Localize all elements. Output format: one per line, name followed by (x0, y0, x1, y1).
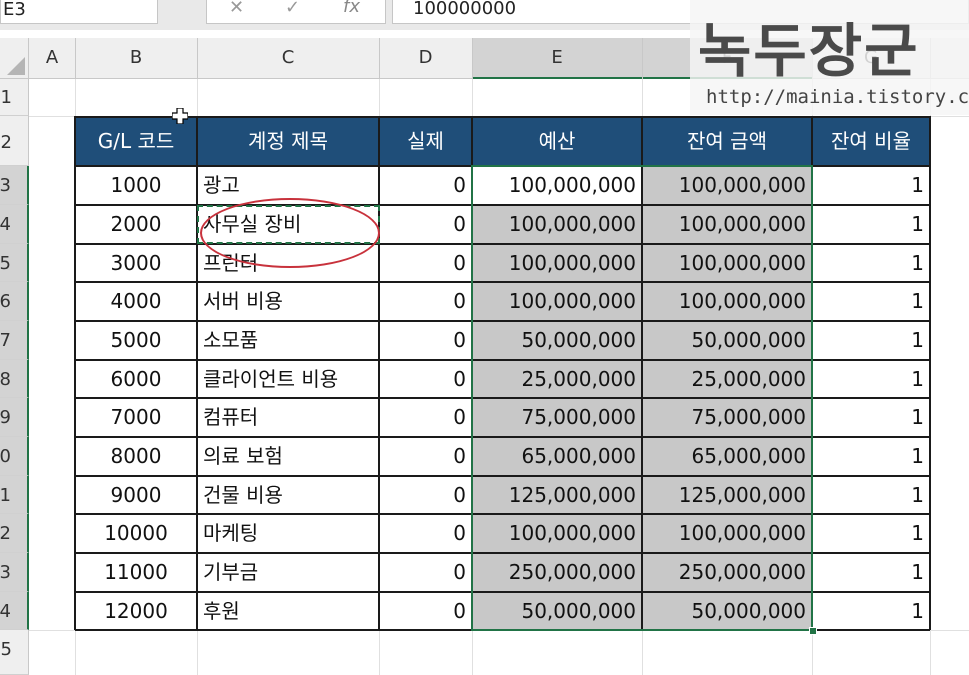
cell-account-title[interactable]: 컴퓨터 (197, 398, 379, 437)
column-header-d[interactable]: D (379, 38, 472, 79)
row-header-8[interactable]: 8 (0, 360, 29, 398)
table-border (75, 116, 930, 118)
table-border (74, 116, 76, 630)
cell-gl-code[interactable]: 12000 (75, 592, 197, 630)
cell-remaining-ratio[interactable]: 1 (812, 398, 930, 437)
cell-account-title[interactable]: 소모품 (197, 321, 379, 360)
row-header-12[interactable]: 12 (0, 514, 29, 553)
cell-remaining-ratio[interactable]: 1 (812, 553, 930, 592)
cell-account-title[interactable]: 서버 비용 (197, 282, 379, 321)
cell-remaining-ratio[interactable]: 1 (812, 592, 930, 630)
cell-remaining-ratio[interactable]: 1 (812, 166, 930, 205)
select-all-icon (7, 57, 25, 75)
header-budget[interactable]: 예산 (472, 116, 642, 166)
name-box[interactable]: E3 (0, 0, 158, 24)
cell-actual[interactable]: 0 (379, 360, 472, 398)
cell-gl-code[interactable]: 4000 (75, 282, 197, 321)
row-header-1[interactable]: 1 (0, 79, 29, 116)
row-header-15[interactable]: 15 (0, 630, 29, 675)
cell-remaining-ratio[interactable]: 1 (812, 244, 930, 282)
cell-actual[interactable]: 0 (379, 514, 472, 553)
cell-gl-code[interactable]: 8000 (75, 437, 197, 476)
enter-icon[interactable]: ✓ (285, 0, 300, 18)
watermark-url: http://mainia.tistory.com (706, 86, 969, 108)
cell-gl-code[interactable]: 11000 (75, 553, 197, 592)
row-header-4[interactable]: 4 (0, 205, 29, 244)
column-header-e[interactable]: E (472, 38, 642, 79)
row-header-9[interactable]: 9 (0, 398, 29, 437)
cell-gl-code[interactable]: 6000 (75, 360, 197, 398)
cell-gl-code[interactable]: 7000 (75, 398, 197, 437)
column-header-b[interactable]: B (75, 38, 197, 79)
watermark: 녹두장군 http://mainia.tistory.com (690, 0, 969, 115)
cell-actual[interactable]: 0 (379, 592, 472, 630)
row-header-5[interactable]: 5 (0, 244, 29, 282)
cell-remaining-ratio[interactable]: 1 (812, 514, 930, 553)
table-border (378, 116, 380, 630)
cell-remaining-ratio[interactable]: 1 (812, 321, 930, 360)
cell-actual[interactable]: 0 (379, 282, 472, 321)
cell-cursor-icon (172, 108, 188, 124)
formula-buttons: ✕ ✓ fx (206, 0, 386, 24)
cell-remaining-ratio[interactable]: 1 (812, 476, 930, 514)
cell-gl-code[interactable]: 2000 (75, 205, 197, 244)
cell-actual[interactable]: 0 (379, 166, 472, 205)
cell-actual[interactable]: 0 (379, 476, 472, 514)
header-actual[interactable]: 실제 (379, 116, 472, 166)
insert-function-icon[interactable]: fx (343, 0, 360, 16)
row-header-3[interactable]: 3 (0, 166, 29, 205)
cell-account-title[interactable]: 건물 비용 (197, 476, 379, 514)
row-header-2[interactable]: 2 (0, 116, 29, 166)
watermark-title: 녹두장군 (698, 17, 920, 85)
table-border (196, 116, 198, 630)
row-header-13[interactable]: 13 (0, 553, 29, 592)
header-remaining-amount[interactable]: 잔여 금액 (642, 116, 812, 166)
column-header-a[interactable]: A (29, 38, 75, 79)
cell-actual[interactable]: 0 (379, 205, 472, 244)
row-header-14[interactable]: 14 (0, 592, 29, 630)
row-header-7[interactable]: 7 (0, 321, 29, 360)
table-border (929, 116, 931, 630)
cell-actual[interactable]: 0 (379, 553, 472, 592)
cell-actual[interactable]: 0 (379, 398, 472, 437)
cell-gl-code[interactable]: 9000 (75, 476, 197, 514)
cancel-icon[interactable]: ✕ (229, 0, 244, 18)
cell-gl-code[interactable]: 1000 (75, 166, 197, 205)
column-header-c[interactable]: C (197, 38, 379, 79)
cell-remaining-ratio[interactable]: 1 (812, 360, 930, 398)
row-header-6[interactable]: 6 (0, 282, 29, 321)
cell-remaining-ratio[interactable]: 1 (812, 205, 930, 244)
annotation-oval (200, 198, 380, 268)
cell-actual[interactable]: 0 (379, 244, 472, 282)
cell-gl-code[interactable]: 5000 (75, 321, 197, 360)
cell-actual[interactable]: 0 (379, 321, 472, 360)
selection-range (471, 165, 813, 631)
cell-account-title[interactable]: 후원 (197, 592, 379, 630)
header-remaining-ratio[interactable]: 잔여 비율 (812, 116, 930, 166)
cell-remaining-ratio[interactable]: 1 (812, 437, 930, 476)
fill-handle[interactable] (809, 627, 817, 635)
cell-gl-code[interactable]: 3000 (75, 244, 197, 282)
row-header-11[interactable]: 11 (0, 476, 29, 514)
cell-remaining-ratio[interactable]: 1 (812, 282, 930, 321)
cell-account-title[interactable]: 기부금 (197, 553, 379, 592)
cell-actual[interactable]: 0 (379, 437, 472, 476)
cell-account-title[interactable]: 클라이언트 비용 (197, 360, 379, 398)
select-all-button[interactable] (0, 38, 29, 79)
cell-account-title[interactable]: 마케팅 (197, 514, 379, 553)
cell-gl-code[interactable]: 10000 (75, 514, 197, 553)
header-account-title[interactable]: 계정 제목 (197, 116, 379, 166)
row-header-10[interactable]: 10 (0, 437, 29, 476)
cell-account-title[interactable]: 의료 보험 (197, 437, 379, 476)
